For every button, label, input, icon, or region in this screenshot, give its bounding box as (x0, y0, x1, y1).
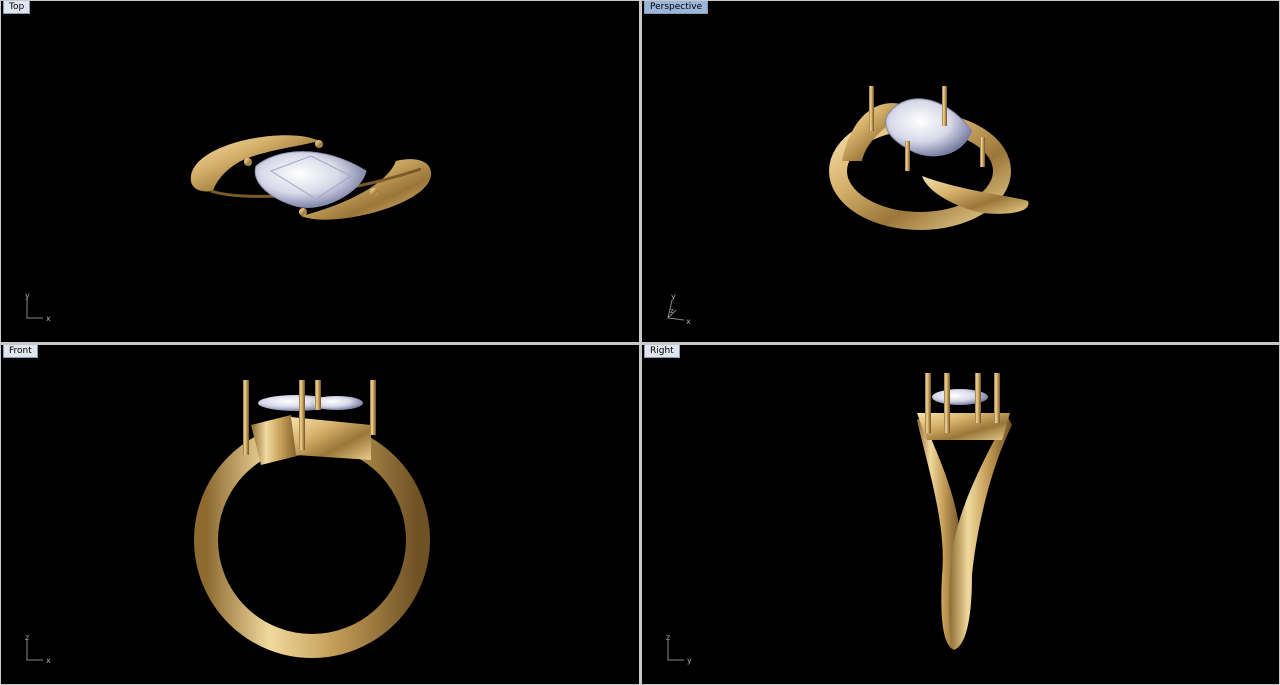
ring-render-perspective (829, 86, 1029, 230)
svg-text:y: y (25, 291, 30, 300)
svg-text:z: z (666, 633, 670, 642)
axis-indicator-right: z y (662, 633, 692, 666)
ring-render-front (194, 380, 430, 658)
viewport-right[interactable]: Right z y (642, 345, 1279, 684)
svg-text:z: z (25, 633, 29, 642)
svg-text:y: y (671, 292, 676, 301)
axis-indicator-top: y x (21, 291, 51, 324)
svg-text:z: z (670, 307, 674, 315)
axis-indicator-front: z x (21, 633, 51, 666)
svg-text:x: x (46, 314, 51, 323)
viewport-top[interactable]: Top y x (1, 1, 639, 342)
svg-text:y: y (687, 656, 692, 665)
axis-indicator-perspective: y x z (662, 292, 692, 326)
ring-render-top (190, 135, 432, 220)
svg-text:x: x (46, 656, 51, 665)
svg-text:x: x (686, 317, 691, 326)
viewport-front[interactable]: Front z x (1, 345, 639, 684)
viewport-perspective[interactable]: Perspective y x z (642, 1, 1279, 342)
ring-render-right (917, 373, 1012, 650)
